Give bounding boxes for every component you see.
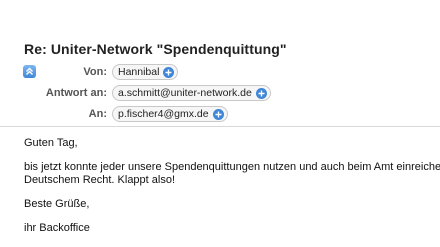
body-signature: ihr Backoffice	[24, 222, 90, 234]
reply-to-label: Antwort an:	[45, 87, 107, 99]
header-row-reply-to: Antwort an: a.schmitt@uniter-network.de	[0, 85, 440, 101]
email-subject: Re: Uniter-Network "Spendenquittung"	[24, 41, 287, 57]
reply-to-address-token[interactable]: a.schmitt@uniter-network.de	[112, 85, 271, 101]
from-label: Von:	[83, 66, 107, 78]
from-address-token[interactable]: Hannibal	[112, 64, 179, 80]
to-label: An:	[88, 108, 107, 120]
header-row-from: Von: Hannibal	[0, 64, 440, 80]
to-address-text: p.fischer4@gmx.de	[118, 108, 209, 120]
body-greeting: Guten Tag,	[24, 137, 78, 149]
header-divider	[0, 126, 440, 127]
email-body: Guten Tag, bis jetzt konnte jeder unsere…	[24, 137, 440, 246]
body-paragraph-line-2: Deutschem Recht. Klappt also!	[24, 174, 176, 186]
to-address-token[interactable]: p.fischer4@gmx.de	[112, 106, 228, 122]
from-address-text: Hannibal	[118, 66, 160, 78]
body-paragraph: bis jetzt konnte jeder unsere Spendenqui…	[24, 161, 440, 187]
header-row-to: An: p.fischer4@gmx.de	[0, 106, 440, 122]
body-closing: Beste Grüße,	[24, 198, 90, 210]
plus-circle-icon[interactable]	[212, 108, 224, 120]
body-paragraph-line-1: bis jetzt konnte jeder unsere Spendenqui…	[24, 161, 440, 173]
reply-to-address-text: a.schmitt@uniter-network.de	[118, 87, 252, 99]
plus-circle-icon[interactable]	[163, 66, 175, 78]
plus-circle-icon[interactable]	[255, 87, 267, 99]
